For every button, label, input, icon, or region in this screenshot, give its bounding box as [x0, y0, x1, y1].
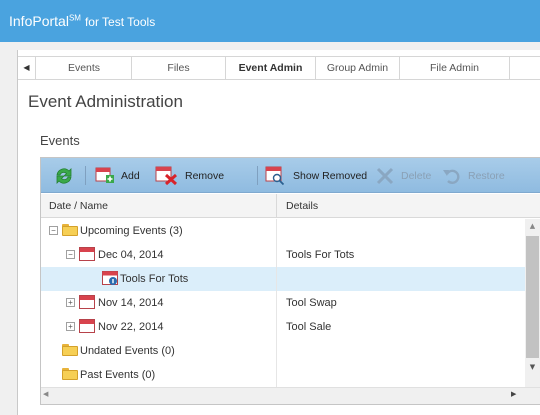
folder-icon [62, 344, 78, 356]
tab-scroll-left-icon[interactable]: ◀ [18, 57, 36, 79]
section-title: Events [40, 133, 80, 148]
table-row[interactable]: − Dec 04, 2014 Tools For Tots [41, 243, 525, 267]
row-details: Tool Sale [286, 321, 332, 333]
events-grid: Add Remove Show Removed Delete Restore D… [40, 157, 540, 405]
cell-divider [276, 315, 277, 339]
page-title: Event Administration [28, 92, 183, 111]
row-name: Nov 14, 2014 [98, 297, 164, 309]
folder-icon [62, 224, 78, 236]
column-divider[interactable] [276, 194, 277, 218]
table-row[interactable]: + Nov 22, 2014 Tool Sale [41, 315, 525, 339]
row-name: Upcoming Events (3) [80, 225, 183, 237]
tab-group-admin[interactable]: Group Admin [316, 57, 400, 79]
cell-divider [276, 291, 277, 315]
row-name: Tools For Tots [120, 273, 189, 285]
toolbar-separator [85, 166, 86, 185]
calendar-icon [79, 247, 95, 261]
table-row-selected[interactable]: Tools For Tots [41, 267, 525, 291]
row-name: Nov 22, 2014 [98, 321, 164, 333]
show-removed-label: Show Removed [293, 169, 368, 182]
table-row[interactable]: + Nov 14, 2014 Tool Swap [41, 291, 525, 315]
horizontal-scrollbar[interactable]: ◀ ▶ [41, 387, 540, 404]
column-header-name[interactable]: Date / Name [49, 200, 108, 212]
toolbar-separator [257, 166, 258, 185]
calendar-remove-icon [155, 166, 178, 185]
event-icon [102, 271, 118, 285]
vertical-scrollbar[interactable]: ▲ ▼ [525, 219, 540, 387]
expand-icon[interactable]: + [66, 322, 75, 331]
table-row[interactable]: Past Events (0) [41, 363, 525, 387]
collapse-icon[interactable]: − [49, 226, 58, 235]
add-label: Add [121, 169, 140, 182]
expand-icon[interactable]: + [66, 298, 75, 307]
tab-event-admin[interactable]: Event Admin [226, 57, 316, 79]
column-header: Date / Name Details [41, 194, 540, 218]
cell-divider [276, 363, 277, 387]
tab-events[interactable]: Events [37, 57, 132, 79]
remove-label: Remove [185, 169, 225, 182]
cell-divider [276, 219, 277, 243]
refresh-icon [56, 167, 72, 184]
folder-icon [62, 368, 78, 380]
tab-files[interactable]: Files [132, 57, 226, 79]
tree-rows: − Upcoming Events (3) − Dec 04, 2014 Too… [41, 219, 525, 387]
scroll-down-icon[interactable]: ▼ [525, 360, 540, 374]
grid-toolbar: Add Remove Show Removed Delete Restore [41, 158, 540, 193]
cell-divider [276, 339, 277, 363]
tab-bar: ◀ Events Files Event Admin Group Admin F… [18, 56, 540, 80]
restore-button[interactable]: Restore [442, 158, 505, 193]
cell-divider [276, 267, 277, 291]
brand-subtitle: for Test Tools [84, 15, 156, 29]
restore-undo-icon [443, 169, 460, 184]
show-removed-button[interactable]: Show Removed [265, 158, 367, 193]
collapse-icon[interactable]: − [66, 250, 75, 259]
scrollbar-thumb[interactable] [526, 236, 539, 358]
add-button[interactable]: Add [95, 158, 140, 193]
scroll-left-icon[interactable]: ◀ [43, 390, 48, 398]
app-header: InfoPortalSM for Test Tools [0, 0, 540, 42]
main-panel: ◀ Events Files Event Admin Group Admin F… [17, 50, 540, 415]
app-brand[interactable]: InfoPortalSM for Test Tools [9, 13, 155, 29]
delete-x-icon [376, 167, 394, 184]
delete-button[interactable]: Delete [375, 158, 431, 193]
calendar-icon [79, 319, 95, 333]
refresh-button[interactable] [53, 158, 81, 193]
tab-file-admin[interactable]: File Admin [400, 57, 510, 79]
restore-label: Restore [468, 169, 505, 182]
brand-name: InfoPortal [9, 13, 69, 29]
calendar-search-icon [265, 166, 285, 185]
row-details: Tool Swap [286, 297, 337, 309]
scroll-right-icon[interactable]: ▶ [511, 390, 516, 398]
calendar-icon [79, 295, 95, 309]
remove-button[interactable]: Remove [155, 158, 224, 193]
row-details: Tools For Tots [286, 249, 355, 261]
row-name: Past Events (0) [80, 369, 156, 381]
column-header-details[interactable]: Details [286, 200, 318, 212]
scroll-up-icon[interactable]: ▲ [525, 219, 540, 233]
cell-divider [276, 243, 277, 267]
row-name: Dec 04, 2014 [98, 249, 164, 261]
brand-service-mark: SM [68, 13, 81, 23]
row-name: Undated Events (0) [80, 345, 175, 357]
calendar-add-icon [95, 167, 114, 183]
table-row[interactable]: − Upcoming Events (3) [41, 219, 525, 243]
delete-label: Delete [401, 169, 432, 182]
table-row[interactable]: Undated Events (0) [41, 339, 525, 363]
